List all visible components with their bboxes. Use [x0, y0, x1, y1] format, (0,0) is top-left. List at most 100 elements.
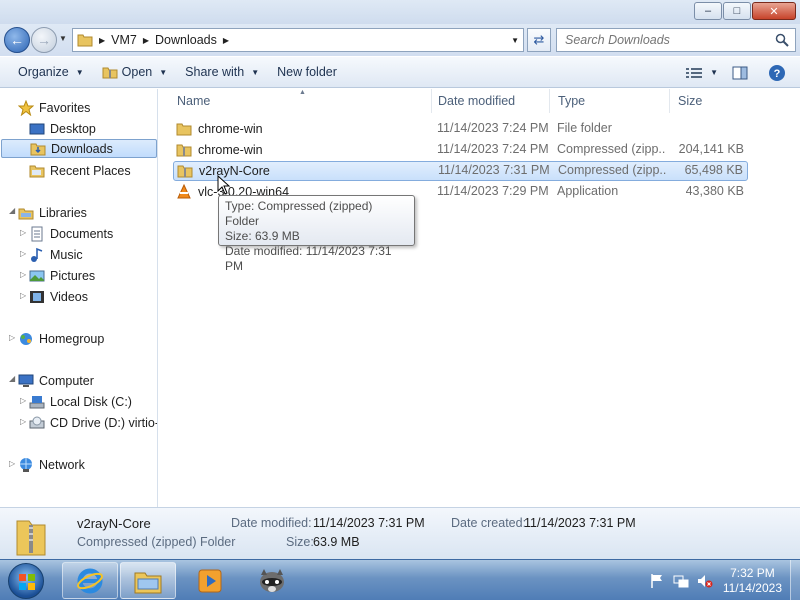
open-label: Open [121, 65, 153, 79]
nav-local-disk[interactable]: Local Disk (C:) [29, 392, 132, 411]
network-status-icon[interactable] [673, 573, 689, 589]
nav-music[interactable]: Music [29, 245, 83, 264]
expand-icon[interactable]: ▷ [20, 270, 26, 279]
file-row-selected[interactable]: v2rayN-Core 11/14/2023 7:31 PM Compresse… [173, 161, 748, 181]
address-dropdown-icon[interactable]: ▼ [511, 36, 519, 45]
action-center-flag-icon[interactable] [649, 573, 665, 589]
taskbar-raccoon-app[interactable] [244, 562, 300, 599]
nav-cd-drive[interactable]: CD Drive (D:) virtio-w [29, 413, 157, 432]
file-row[interactable]: chrome-win 11/14/2023 7:24 PM Compressed… [173, 140, 748, 160]
windows-logo-icon [8, 562, 44, 599]
nav-videos[interactable]: Videos [29, 287, 88, 306]
nav-documents[interactable]: Documents [29, 224, 113, 243]
taskbar-windows-explorer[interactable] [120, 562, 176, 599]
details-size-label: Size: [286, 535, 314, 549]
zip-folder-large-icon [16, 520, 46, 556]
expand-icon[interactable]: ◢ [9, 374, 15, 383]
refresh-button[interactable]: ⇄ [527, 28, 551, 52]
nav-libraries[interactable]: Libraries [18, 203, 87, 222]
music-icon [31, 247, 43, 262]
network-icon [20, 457, 32, 472]
volume-muted-icon[interactable] [697, 573, 713, 589]
start-button[interactable] [4, 560, 48, 600]
folder-icon [176, 123, 192, 136]
show-desktop-button[interactable] [790, 560, 800, 600]
expand-icon[interactable]: ▷ [20, 417, 26, 426]
expand-icon[interactable]: ▷ [20, 228, 26, 237]
tooltip-type: Type: Compressed (zipped) Folder [225, 199, 373, 228]
command-bar: Organize ▼ Open ▼ Share with ▼ New folder ▼… [0, 57, 800, 88]
nav-homegroup[interactable]: Homegroup [18, 329, 104, 348]
details-pane: v2rayN-Core Compressed (zipped) Folder D… [0, 507, 800, 559]
libraries-icon [18, 208, 34, 219]
file-date: 11/14/2023 7:31 PM [438, 163, 550, 177]
column-header-size[interactable]: Size [670, 89, 750, 113]
search-input[interactable] [565, 33, 775, 47]
taskbar-internet-explorer[interactable] [62, 562, 118, 599]
breadcrumb-vm7[interactable]: VM7 [111, 33, 137, 47]
internet-explorer-icon [77, 568, 103, 593]
nav-desktop[interactable]: Desktop [29, 119, 96, 138]
organize-button[interactable]: Organize ▼ [0, 57, 93, 88]
expand-icon[interactable]: ▷ [9, 333, 15, 342]
nav-network[interactable]: Network [18, 455, 85, 474]
expand-icon[interactable]: ▷ [20, 396, 26, 405]
taskbar-media-player[interactable] [182, 562, 238, 599]
forward-button[interactable]: → [31, 27, 57, 53]
documents-icon [31, 226, 43, 241]
file-size: 43,380 KB [685, 184, 744, 198]
search-box[interactable] [556, 28, 796, 52]
share-with-button[interactable]: Share with ▼ [176, 57, 268, 88]
address-bar[interactable]: ▶ VM7 ▶ Downloads ▶ ▼ [72, 28, 524, 52]
breadcrumb-downloads[interactable]: Downloads [155, 33, 217, 47]
help-icon[interactable]: ? [768, 64, 786, 82]
column-size-label: Size [678, 94, 703, 108]
column-type-label: Type [558, 94, 586, 108]
search-icon[interactable] [775, 33, 789, 47]
open-button[interactable]: Open ▼ [93, 57, 177, 88]
column-header-date-modified[interactable]: Date modified [430, 89, 550, 113]
expand-icon[interactable]: ▷ [20, 249, 26, 258]
nav-downloads-label: Downloads [51, 141, 113, 156]
back-button[interactable]: ← [4, 27, 30, 53]
share-with-label: Share with [185, 65, 245, 79]
file-date: 11/14/2023 7:29 PM [437, 184, 549, 198]
recent-pages-dropdown[interactable]: ▼ [59, 34, 67, 43]
nav-recent-places[interactable]: Recent Places [29, 161, 131, 180]
maximize-button[interactable]: □ [723, 2, 751, 20]
breadcrumb-separator-icon[interactable]: ▶ [99, 36, 105, 45]
new-folder-button[interactable]: New folder [268, 57, 346, 88]
nav-computer[interactable]: Computer [18, 371, 94, 390]
file-name: chrome-win [198, 143, 263, 157]
nav-downloads[interactable]: Downloads [1, 139, 157, 158]
preview-pane-icon[interactable] [732, 65, 748, 81]
tooltip-date: Date modified: 11/14/2023 7:31 PM [225, 244, 392, 273]
breadcrumb-separator-icon[interactable]: ▶ [143, 36, 149, 45]
clock[interactable]: 7:32 PM 11/14/2023 [723, 566, 782, 596]
column-header-type[interactable]: Type [550, 89, 670, 113]
details-file-name: v2rayN-Core [77, 516, 151, 531]
details-date-modified: 11/14/2023 7:31 PM [313, 516, 425, 530]
nav-favorites[interactable]: Favorites [18, 98, 90, 117]
column-header-name[interactable]: Name [169, 89, 432, 113]
details-date-modified-label: Date modified: [231, 516, 312, 530]
file-row[interactable]: chrome-win 11/14/2023 7:24 PM File folde… [173, 119, 748, 139]
column-name-label: Name [177, 94, 211, 108]
expand-icon[interactable]: ▷ [9, 459, 15, 468]
desktop-icon [29, 123, 45, 134]
nav-recent-places-label: Recent Places [50, 163, 131, 178]
nav-pictures[interactable]: Pictures [29, 266, 95, 285]
close-button[interactable]: ✕ [752, 2, 796, 20]
videos-icon [30, 290, 44, 303]
details-file-kind: Compressed (zipped) Folder [77, 535, 236, 549]
view-options-dropdown-icon[interactable]: ▼ [710, 68, 718, 77]
chevron-down-icon: ▼ [75, 67, 84, 77]
change-view-icon[interactable] [686, 67, 703, 79]
nav-desktop-label: Desktop [50, 121, 96, 136]
expand-icon[interactable]: ▷ [20, 291, 26, 300]
nav-homegroup-label: Homegroup [39, 331, 105, 346]
minimize-button[interactable]: – [694, 2, 722, 20]
pictures-icon [29, 270, 45, 281]
expand-icon[interactable]: ◢ [9, 206, 15, 215]
breadcrumb-separator-icon[interactable]: ▶ [223, 36, 229, 45]
